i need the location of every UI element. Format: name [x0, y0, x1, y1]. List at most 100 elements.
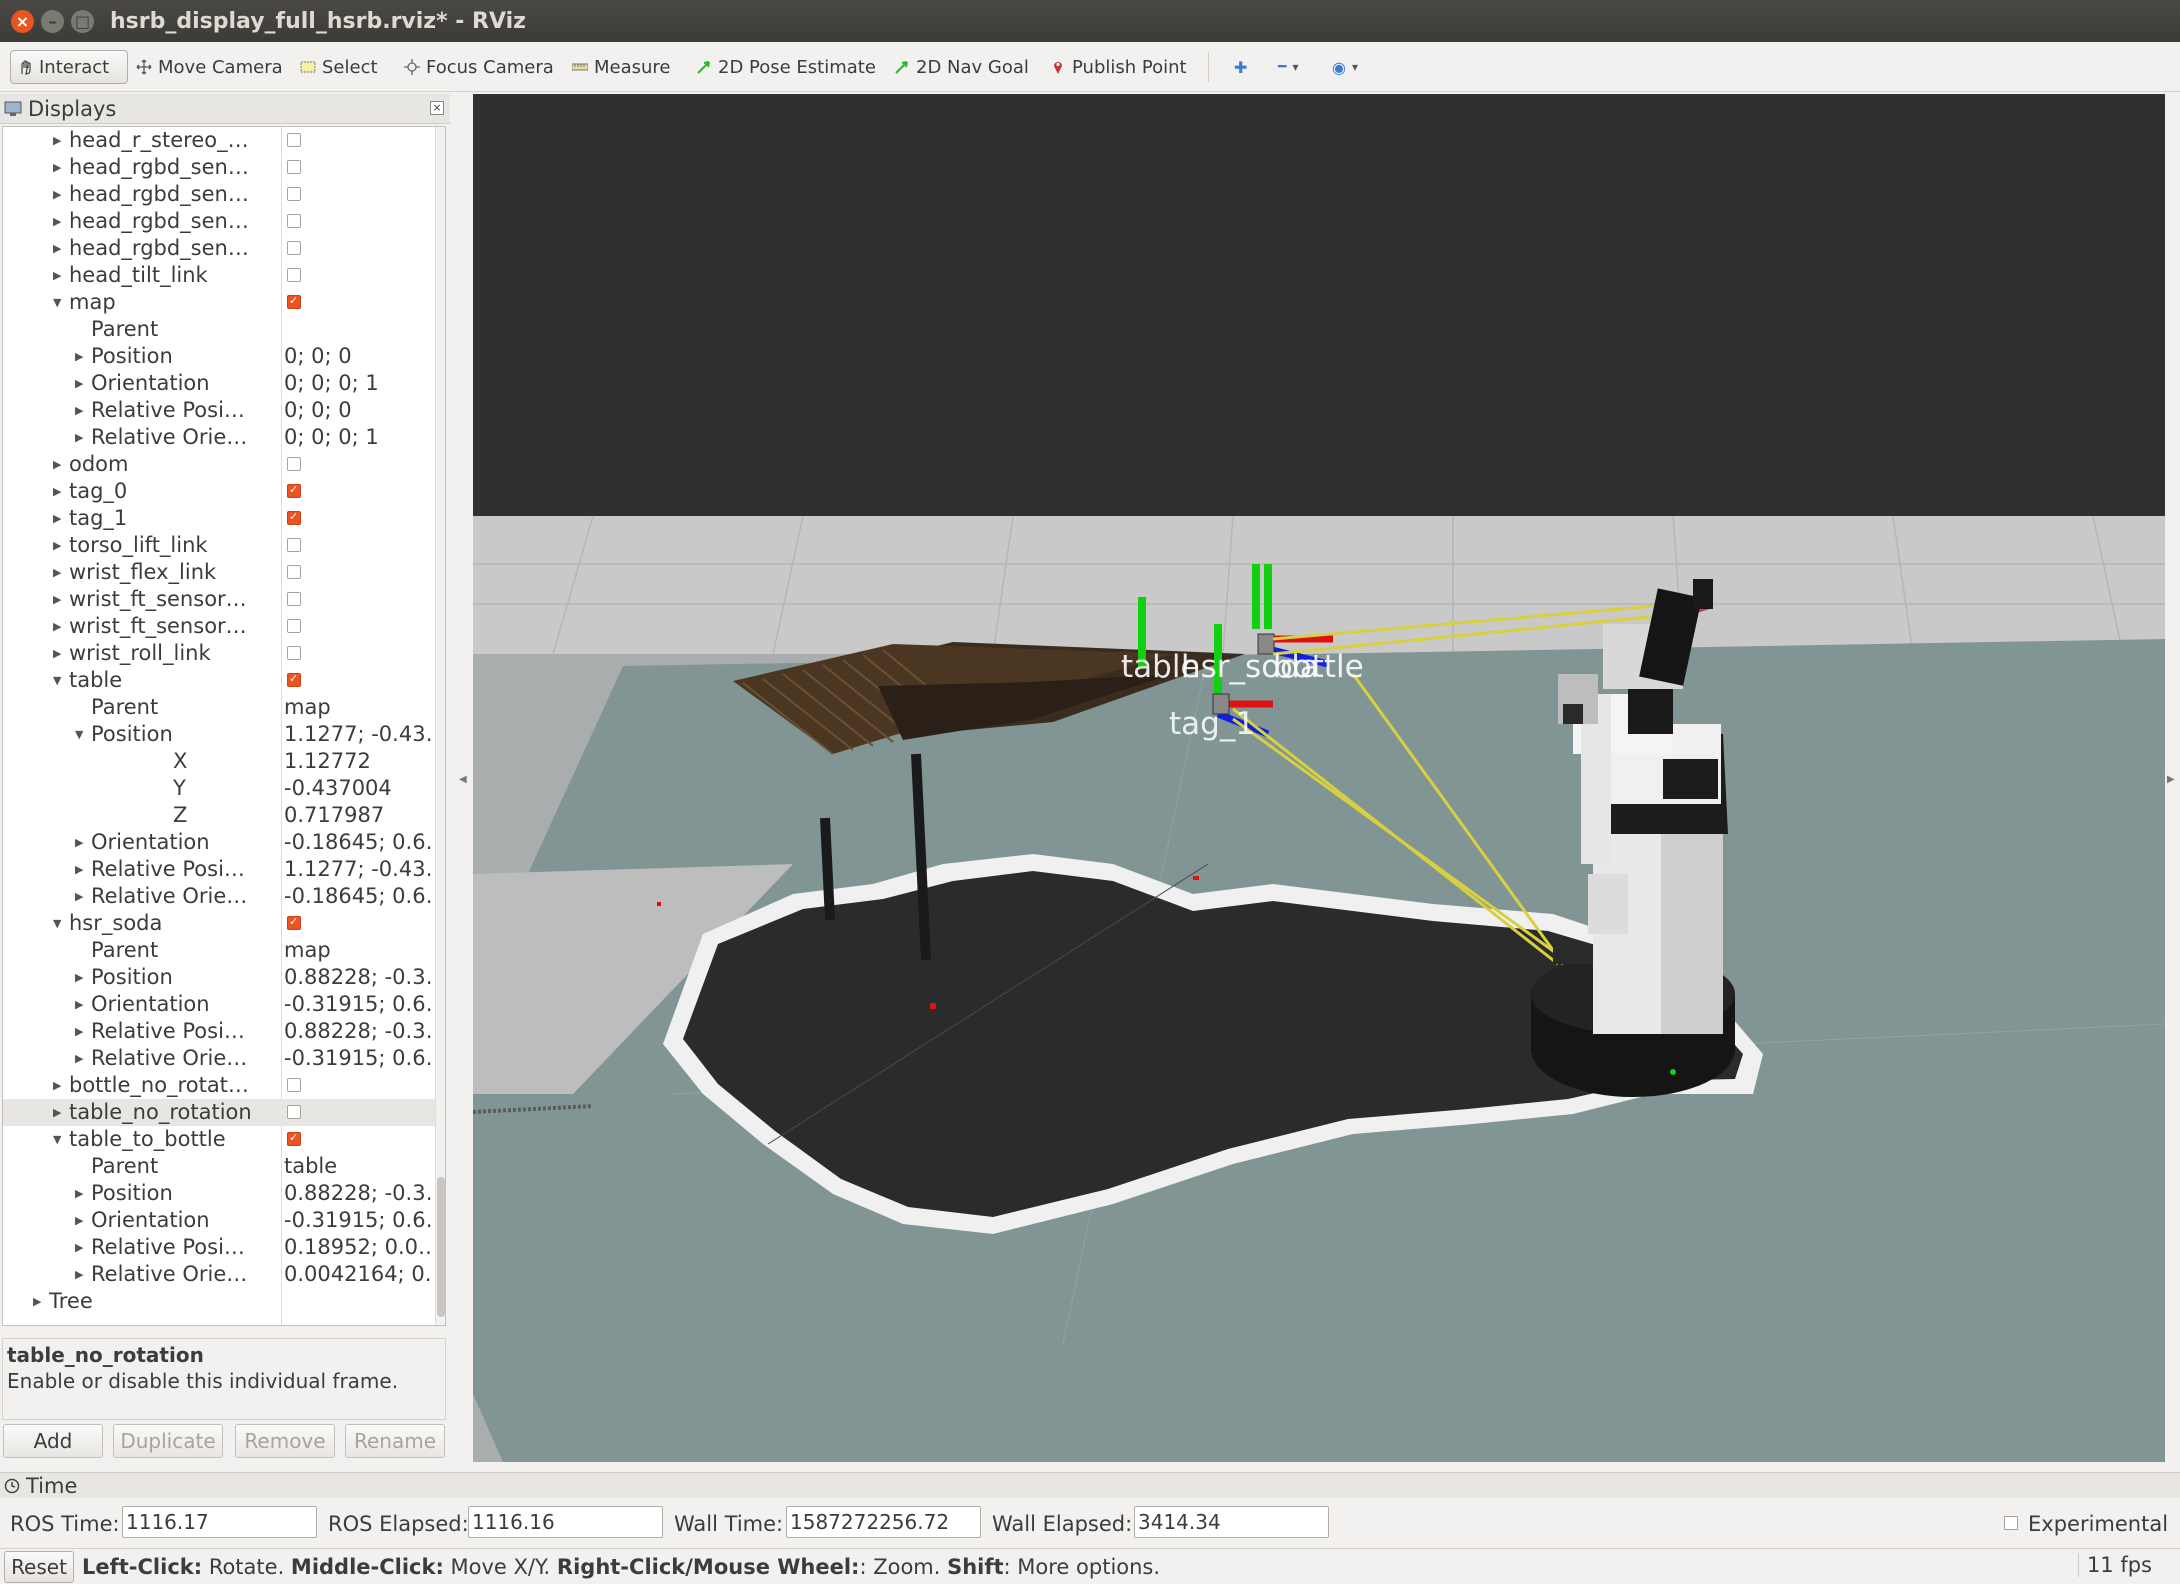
- collapse-arrow-icon[interactable]: ▶: [75, 343, 83, 370]
- focus-camera-tool-button[interactable]: Focus Camera: [398, 50, 560, 84]
- interact-tool-button[interactable]: Interact: [10, 50, 128, 84]
- measure-tool-button[interactable]: Measure: [566, 50, 677, 84]
- tree-row-value[interactable]: -0.31915; 0.6…: [284, 991, 434, 1018]
- enable-checkbox[interactable]: [287, 1105, 301, 1119]
- tree-row[interactable]: ▶ Position 0; 0; 0: [3, 343, 435, 370]
- tree-row[interactable]: ▶ Relative Posi… 1.1277; -0.43…: [3, 856, 435, 883]
- collapse-arrow-icon[interactable]: ▶: [75, 1207, 83, 1234]
- enable-checkbox[interactable]: [287, 565, 301, 579]
- tree-row[interactable]: ▶ Tree: [3, 1288, 435, 1315]
- tree-row-value[interactable]: map: [284, 694, 331, 721]
- 3d-scene[interactable]: table hsr_soda bottle tag_1: [473, 94, 2165, 1462]
- tree-row[interactable]: ▶ Orientation 0; 0; 0; 1: [3, 370, 435, 397]
- ros-elapsed-field[interactable]: 1116.16: [468, 1506, 663, 1538]
- tree-row[interactable]: Parent map: [3, 937, 435, 964]
- collapse-arrow-icon[interactable]: ▶: [53, 451, 61, 478]
- tree-row[interactable]: Parent: [3, 316, 435, 343]
- enable-checkbox[interactable]: [287, 646, 301, 660]
- splitter[interactable]: ◀: [453, 94, 473, 1462]
- tree-row[interactable]: ▶ wrist_roll_link: [3, 640, 435, 667]
- enable-checkbox[interactable]: [287, 1078, 301, 1092]
- enable-checkbox[interactable]: [287, 1131, 301, 1146]
- tree-row[interactable]: ▶ head_rgbd_sen…: [3, 208, 435, 235]
- expand-arrow-icon[interactable]: ▼: [75, 721, 83, 748]
- tree-row[interactable]: Y -0.437004: [3, 775, 435, 802]
- tree-row-value[interactable]: map: [284, 937, 331, 964]
- collapse-arrow-icon[interactable]: ▶: [53, 478, 61, 505]
- enable-checkbox[interactable]: [287, 268, 301, 282]
- splitter[interactable]: ▶: [2165, 94, 2180, 1462]
- tree-row-value[interactable]: 1.12772: [284, 748, 371, 775]
- window-minimize-button[interactable]: –: [41, 10, 64, 33]
- tree-row-value[interactable]: 0.88228; -0.3…: [284, 964, 434, 991]
- nav-goal-tool-button[interactable]: 2D Nav Goal: [888, 50, 1035, 84]
- remove-tool-button[interactable]: ━ ▾: [1272, 50, 1304, 84]
- tree-row-value[interactable]: 0.88228; -0.3…: [284, 1018, 434, 1045]
- ros-time-field[interactable]: 1116.17: [122, 1506, 317, 1538]
- duplicate-button[interactable]: Duplicate: [113, 1424, 223, 1458]
- add-tool-button[interactable]: ✚: [1228, 50, 1253, 84]
- select-tool-button[interactable]: Select: [294, 50, 384, 84]
- view-options-button[interactable]: ◉ ▾: [1326, 50, 1364, 84]
- tree-row[interactable]: ▶ head_rgbd_sen…: [3, 235, 435, 262]
- collapse-arrow-icon[interactable]: ▶: [75, 829, 83, 856]
- tree-row[interactable]: ▼ table: [3, 667, 435, 694]
- tree-scrollbar[interactable]: [435, 127, 445, 1325]
- tree-row[interactable]: ▶ Position 0.88228; -0.3…: [3, 1180, 435, 1207]
- tree-row[interactable]: ▶ head_r_stereo_…: [3, 127, 435, 154]
- tree-row-value[interactable]: -0.437004: [284, 775, 392, 802]
- collapse-arrow-icon[interactable]: ▶: [53, 505, 61, 532]
- collapse-arrow-icon[interactable]: ▶: [53, 1099, 61, 1126]
- tree-row[interactable]: ▶ Orientation -0.31915; 0.6…: [3, 991, 435, 1018]
- tree-row[interactable]: ▶ wrist_ft_sensor…: [3, 613, 435, 640]
- wall-elapsed-field[interactable]: 3414.34: [1134, 1506, 1329, 1538]
- window-maximize-button[interactable]: □: [71, 10, 94, 33]
- collapse-arrow-icon[interactable]: ▶: [53, 181, 61, 208]
- collapse-arrow-icon[interactable]: ▶: [53, 640, 61, 667]
- collapse-arrow-icon[interactable]: ▶: [75, 1234, 83, 1261]
- tree-row[interactable]: ▶ odom: [3, 451, 435, 478]
- collapse-arrow-icon[interactable]: ▶: [53, 586, 61, 613]
- move-camera-tool-button[interactable]: Move Camera: [130, 50, 289, 84]
- enable-checkbox[interactable]: [287, 214, 301, 228]
- collapse-arrow-icon[interactable]: ▶: [75, 856, 83, 883]
- wall-time-field[interactable]: 1587272256.72: [786, 1506, 981, 1538]
- tree-row[interactable]: ▶ head_rgbd_sen…: [3, 181, 435, 208]
- collapse-arrow-icon[interactable]: ▶: [75, 1018, 83, 1045]
- tree-row-value[interactable]: table: [284, 1153, 337, 1180]
- collapse-arrow-icon[interactable]: ▶: [53, 127, 61, 154]
- enable-checkbox[interactable]: [287, 133, 301, 147]
- collapse-arrow-icon[interactable]: ▶: [53, 613, 61, 640]
- tree-row-value[interactable]: 0; 0; 0: [284, 343, 352, 370]
- tree-row[interactable]: ▼ table_to_bottle: [3, 1126, 435, 1153]
- tree-row[interactable]: ▶ torso_lift_link: [3, 532, 435, 559]
- expand-arrow-icon[interactable]: ▼: [53, 910, 61, 937]
- tree-row-value[interactable]: -0.31915; 0.6…: [284, 1207, 434, 1234]
- tree-row-value[interactable]: 0; 0; 0; 1: [284, 370, 379, 397]
- collapse-arrow-icon[interactable]: ▶: [53, 559, 61, 586]
- tree-row[interactable]: ▼ Position 1.1277; -0.43…: [3, 721, 435, 748]
- collapse-arrow-icon[interactable]: ▶: [75, 964, 83, 991]
- tree-row-value[interactable]: 0.0042164; 0…: [284, 1261, 434, 1288]
- tree-row[interactable]: ▶ Orientation -0.31915; 0.6…: [3, 1207, 435, 1234]
- enable-checkbox[interactable]: [287, 160, 301, 174]
- collapse-arrow-icon[interactable]: ▶: [33, 1288, 41, 1315]
- collapse-arrow-icon[interactable]: ▶: [53, 235, 61, 262]
- tree-row-value[interactable]: 0.18952; 0.0…: [284, 1234, 434, 1261]
- expand-arrow-icon[interactable]: ▼: [53, 667, 61, 694]
- tree-row[interactable]: ▶ Relative Orie… 0.0042164; 0…: [3, 1261, 435, 1288]
- publish-point-tool-button[interactable]: Publish Point: [1044, 50, 1193, 84]
- collapse-arrow-icon[interactable]: ▶: [75, 1180, 83, 1207]
- enable-checkbox[interactable]: [287, 241, 301, 255]
- tree-row[interactable]: ▶ Relative Orie… -0.18645; 0.6…: [3, 883, 435, 910]
- enable-checkbox[interactable]: [287, 592, 301, 606]
- reset-button[interactable]: Reset: [4, 1551, 74, 1583]
- collapse-arrow-icon[interactable]: ▶: [75, 991, 83, 1018]
- close-icon[interactable]: ×: [430, 101, 444, 115]
- pose-estimate-tool-button[interactable]: 2D Pose Estimate: [690, 50, 882, 84]
- tree-row-value[interactable]: 1.1277; -0.43…: [284, 721, 434, 748]
- tree-row[interactable]: ▶ tag_1: [3, 505, 435, 532]
- tree-row[interactable]: ▶ wrist_flex_link: [3, 559, 435, 586]
- collapse-arrow-icon[interactable]: ▶: [75, 1045, 83, 1072]
- tree-row[interactable]: ▶ bottle_no_rotat…: [3, 1072, 435, 1099]
